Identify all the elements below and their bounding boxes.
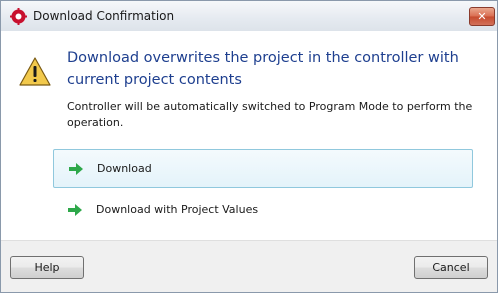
window-title: Download Confirmation xyxy=(33,9,175,23)
close-icon: ✕ xyxy=(477,10,487,23)
download-option-label: Download xyxy=(97,162,152,175)
cancel-button[interactable]: Cancel xyxy=(414,256,488,279)
warning-icon xyxy=(19,57,51,86)
dialog-heading: Download overwrites the project in the c… xyxy=(67,50,459,88)
red-gear-icon xyxy=(10,8,27,25)
dialog-description: Controller will be automatically switche… xyxy=(67,100,473,129)
dialog-content: Download overwrites the project in the c… xyxy=(1,31,497,240)
download-option[interactable]: Download xyxy=(53,149,473,188)
help-button[interactable]: Help xyxy=(10,256,84,279)
download-with-project-values-option[interactable]: Download with Project Values xyxy=(53,196,473,226)
download-with-project-values-label: Download with Project Values xyxy=(96,203,259,216)
green-arrow-icon xyxy=(69,163,83,175)
download-confirmation-dialog: Download Confirmation ✕ Download overwri… xyxy=(0,0,498,293)
green-arrow-icon xyxy=(68,204,82,216)
title-bar[interactable]: Download Confirmation ✕ xyxy=(1,1,497,31)
close-button[interactable]: ✕ xyxy=(469,7,495,26)
dialog-footer: Help Cancel xyxy=(1,240,497,292)
